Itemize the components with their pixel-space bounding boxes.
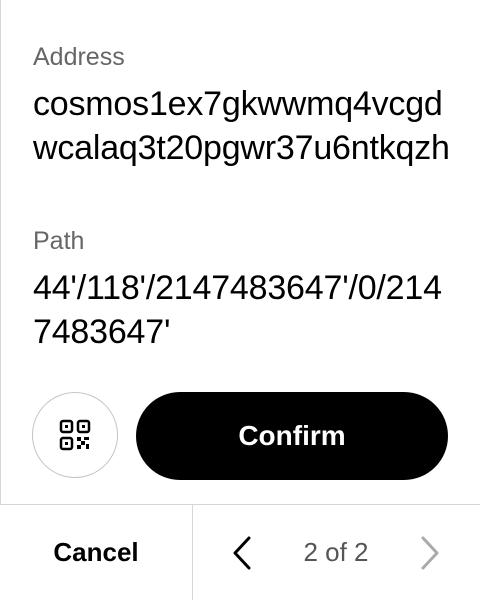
confirm-button[interactable]: Confirm xyxy=(136,392,448,480)
address-value: cosmos1ex7gkwwmq4vcgdwcalaq3t20pgwr37u6n… xyxy=(33,85,450,167)
chevron-left-icon xyxy=(231,535,253,571)
path-label: Path xyxy=(33,227,85,255)
address-label: Address xyxy=(33,43,125,71)
cancel-button[interactable]: Cancel xyxy=(0,505,192,600)
page-indicator: 2 of 2 xyxy=(303,537,369,567)
path-value: 44'/118'/2147483647'/0/2147483647' xyxy=(33,269,442,351)
show-qr-button[interactable] xyxy=(32,392,118,478)
chevron-right-icon xyxy=(419,535,441,571)
qr-code-icon xyxy=(59,419,91,451)
footer-divider xyxy=(192,505,193,600)
footer-nav: Cancel 2 of 2 xyxy=(0,504,480,600)
left-edge-rule xyxy=(0,0,1,504)
previous-page-button[interactable] xyxy=(222,527,262,579)
next-page-button xyxy=(410,527,450,579)
